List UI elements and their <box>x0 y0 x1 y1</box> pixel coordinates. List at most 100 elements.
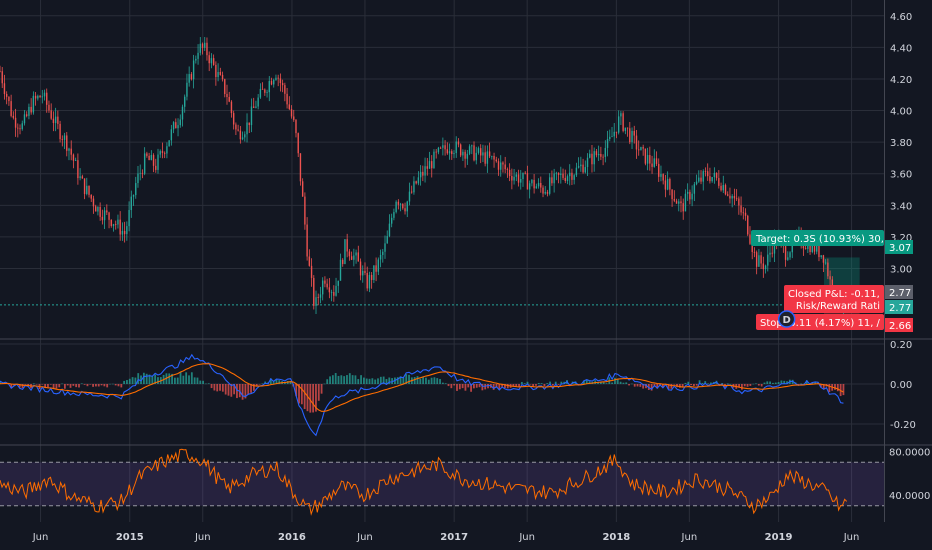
macd-hist-bar-156 <box>439 379 441 384</box>
price-tag-1: 2.77 <box>885 285 913 299</box>
macd-hist-bar-270 <box>760 384 763 387</box>
macd-hist-bar-168 <box>473 384 475 389</box>
candle-139 <box>308 249 311 267</box>
candle-13 <box>28 103 30 120</box>
candle-213 <box>473 141 475 162</box>
dividend-marker[interactable]: D <box>777 310 796 328</box>
candle-343 <box>762 256 765 278</box>
candle-85 <box>188 66 190 87</box>
macd-hist-bar-296 <box>834 384 836 390</box>
candle-238 <box>528 180 531 199</box>
candle-247 <box>548 173 551 196</box>
macd-hist-bar-9 <box>24 384 27 385</box>
panel-separators[interactable] <box>0 0 932 522</box>
candle-109 <box>241 131 244 141</box>
candle-189 <box>419 165 422 186</box>
candle-209 <box>464 149 466 168</box>
macd-hist-bar-126 <box>354 375 357 384</box>
candle-315 <box>700 170 702 185</box>
macd-hist-bar-93 <box>261 383 264 384</box>
macd-hist-bar-184 <box>518 384 520 387</box>
candle-130 <box>288 96 291 111</box>
candle-141 <box>313 275 315 310</box>
candle-347 <box>771 245 773 258</box>
rsi-band-fill <box>0 462 884 506</box>
candle-49 <box>108 211 110 229</box>
macd-hist-bar-111 <box>312 384 315 413</box>
macd-hist-bar-92 <box>258 384 261 385</box>
candle-177 <box>393 208 395 221</box>
candle-154 <box>342 258 344 267</box>
macd-hist-bar-271 <box>763 382 766 384</box>
candle-309 <box>686 183 689 201</box>
candle-321 <box>713 167 716 184</box>
macd-hist-bar-226 <box>636 384 639 387</box>
candle-263 <box>584 160 586 174</box>
candle-56 <box>123 221 126 243</box>
time-tick-2: Jun <box>194 532 211 543</box>
candle-1 <box>1 67 3 89</box>
candle-34 <box>74 157 77 161</box>
macd-hist-bar-259 <box>729 383 732 385</box>
candle-67 <box>148 152 150 161</box>
candle-123 <box>273 78 275 88</box>
candle-325 <box>722 175 724 193</box>
candle-355 <box>789 251 791 260</box>
candle-221 <box>491 155 493 160</box>
macd-hist-bar-115 <box>323 383 326 385</box>
candle-135 <box>299 153 302 186</box>
candle-301 <box>669 177 671 196</box>
macd-hist-bar-77 <box>216 384 219 392</box>
candle-71 <box>157 148 159 174</box>
macd-hist-bar-65 <box>182 375 185 384</box>
candle-23 <box>50 103 52 120</box>
dividend-marker-label: D <box>783 315 791 326</box>
macd-hist-bar-123 <box>346 375 348 384</box>
macd-hist-bar-72 <box>202 380 205 384</box>
macd-panel[interactable] <box>0 353 845 437</box>
macd-hist-bar-180 <box>506 384 509 389</box>
macd-hist-bar-188 <box>529 384 532 385</box>
candle-252 <box>560 166 562 184</box>
macd-hist-bar-23 <box>63 384 66 389</box>
candle-251 <box>557 172 560 184</box>
macd-hist-bar-263 <box>740 384 743 390</box>
rsi-panel[interactable] <box>0 448 884 516</box>
candle-336 <box>747 214 749 237</box>
candle-279 <box>620 111 622 126</box>
candle-293 <box>651 155 653 174</box>
macd-hist-bar-129 <box>362 377 365 384</box>
candle-72 <box>159 149 161 158</box>
price-axis[interactable]: 4.604.404.204.003.803.603.403.203.000.20… <box>889 12 930 502</box>
time-axis[interactable]: Jun 2015 Jun 2016 Jun 2017 Jun 2018 Jun 2019 Jun <box>32 532 860 543</box>
candle-218 <box>484 145 486 167</box>
candle-65 <box>143 147 146 176</box>
price-panel[interactable]: Target: 0.3S (10.93%) 30, Closed P&L: -0… <box>0 36 884 330</box>
candle-206 <box>457 138 460 148</box>
macd-hist-bar-75 <box>210 384 213 389</box>
macd-hist-bar-24 <box>66 384 69 386</box>
price-tick-1: 4.40 <box>890 43 912 54</box>
macd-hist-bar-128 <box>360 375 362 384</box>
trading-chart[interactable]: Target: 0.3S (10.93%) 30, Closed P&L: -0… <box>0 0 932 550</box>
candle-250 <box>555 171 558 181</box>
candle-196 <box>435 149 437 159</box>
macd-hist-bar-222 <box>625 382 628 384</box>
candle-275 <box>611 126 613 138</box>
candle-259 <box>575 162 578 177</box>
price-tag-label-3: 2.66 <box>889 321 911 332</box>
macd-hist-bar-185 <box>520 381 523 384</box>
macd-hist-bar-160 <box>450 384 453 389</box>
candle-40 <box>88 185 90 198</box>
candle-136 <box>301 178 304 197</box>
candle-25 <box>54 107 57 132</box>
candle-31 <box>68 147 70 161</box>
candle-70 <box>155 158 157 173</box>
candle-312 <box>693 181 696 202</box>
macd-hist-bar-164 <box>461 384 464 389</box>
candle-323 <box>718 170 720 189</box>
candle-121 <box>268 76 270 102</box>
macd-hist-bar-148 <box>416 376 419 384</box>
price-tick-3: 4.00 <box>890 107 912 118</box>
candle-294 <box>653 149 655 168</box>
